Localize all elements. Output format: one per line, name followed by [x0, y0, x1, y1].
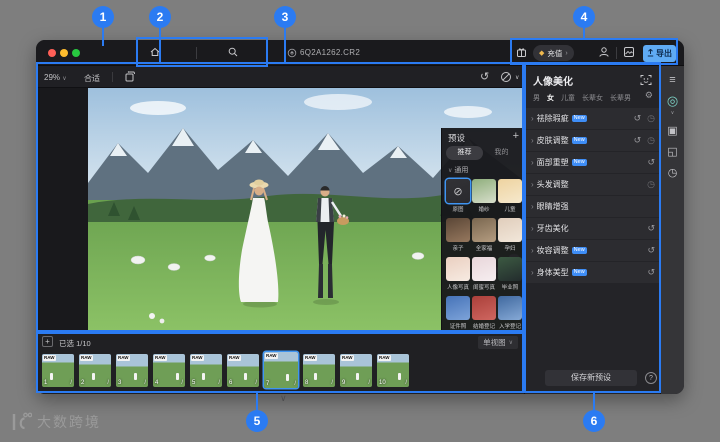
- open-filename: 6Q2A1262.CR2: [300, 48, 360, 57]
- callout-box-beautify-panel: [524, 62, 661, 393]
- callout-line-2: [159, 28, 161, 62]
- callout-line-3: [284, 28, 286, 62]
- adjust-icon[interactable]: ≡: [669, 74, 675, 86]
- zoom-window-button[interactable]: [72, 49, 80, 57]
- watermark-logo-icon: [10, 411, 32, 433]
- callout-box-account-actions: [510, 38, 678, 65]
- collapse-filmstrip-icon[interactable]: ∨: [280, 393, 287, 404]
- file-cloud-icon: [287, 48, 297, 58]
- watermark: 大数跨境: [10, 411, 101, 433]
- callout-line-5: [256, 393, 258, 410]
- crop-icon[interactable]: ◱: [667, 146, 677, 158]
- page: { "callouts": { "labels": ["1","2","3","…: [0, 0, 720, 442]
- callout-line-1: [102, 28, 104, 46]
- callout-box-canvas: [36, 62, 524, 332]
- side-tool-strip: ≡ ◎ ∨ ▣ ◱ ◷: [660, 66, 684, 394]
- watermark-text: 大数跨境: [37, 412, 101, 432]
- callout-badge-1: 1: [92, 6, 114, 28]
- minimize-window-button[interactable]: [60, 49, 68, 57]
- callout-line-6: [593, 393, 595, 410]
- callout-badge-3: 3: [274, 6, 296, 28]
- callout-badge-5: 5: [246, 410, 268, 432]
- history-icon[interactable]: ◷: [668, 167, 678, 179]
- chevron-down-icon: ∨: [671, 110, 675, 116]
- callout-badge-2: 2: [149, 6, 171, 28]
- face-icon[interactable]: ◎: [667, 95, 678, 107]
- callout-badge-6: 6: [583, 410, 605, 432]
- callout-badge-4: 4: [573, 6, 595, 28]
- callout-box-filmstrip: [36, 332, 524, 393]
- cards-icon[interactable]: ▣: [667, 125, 677, 137]
- callout-line-4: [583, 28, 585, 38]
- close-window-button[interactable]: [48, 49, 56, 57]
